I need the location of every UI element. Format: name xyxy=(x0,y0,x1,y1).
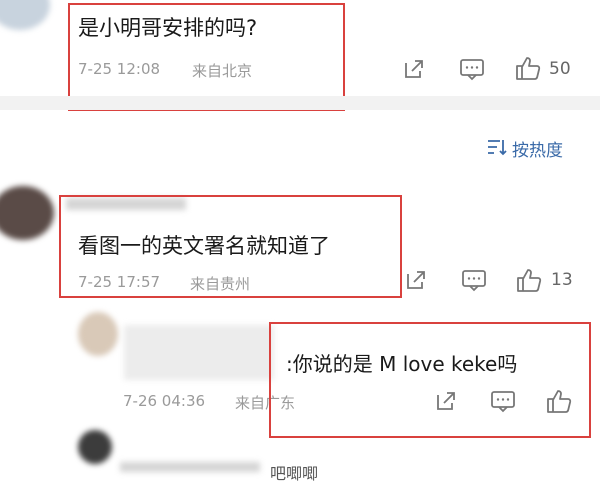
reply-avatar[interactable] xyxy=(78,312,118,356)
avatar-top[interactable] xyxy=(0,0,50,30)
highlight-box-3 xyxy=(269,322,591,438)
comment-icon[interactable] xyxy=(459,57,485,81)
sort-icon[interactable] xyxy=(486,137,508,157)
highlight-box-1 xyxy=(68,3,345,111)
share-icon[interactable] xyxy=(402,57,426,81)
like-count: 50 xyxy=(549,59,571,79)
reply-content-blurred xyxy=(124,325,274,380)
comment-icon[interactable] xyxy=(461,268,487,292)
highlight-box-2 xyxy=(59,195,402,298)
share-icon[interactable] xyxy=(404,268,428,292)
section-divider xyxy=(0,96,600,110)
bottom-blurred-name xyxy=(120,462,260,472)
reply-time: 7-26 04:36 xyxy=(123,392,206,410)
avatar[interactable] xyxy=(0,186,54,240)
like-count: 13 xyxy=(551,270,573,290)
thumbs-up-icon[interactable] xyxy=(516,267,542,293)
bottom-avatar[interactable] xyxy=(78,430,112,464)
thumbs-up-icon[interactable] xyxy=(515,55,541,81)
sort-by-hot[interactable]: 按热度 xyxy=(512,136,563,161)
bottom-partial-text: 吧唧唧 xyxy=(270,464,319,483)
